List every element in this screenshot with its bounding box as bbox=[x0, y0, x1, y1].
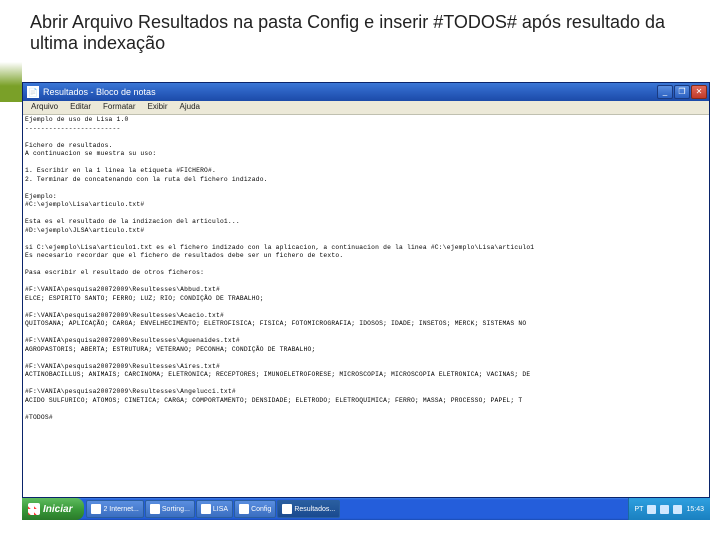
taskbar-item-resultados[interactable]: Resultados... bbox=[277, 500, 340, 518]
text-editor[interactable]: Ejemplo de uso de Lisa 1.0 -------------… bbox=[23, 115, 709, 497]
tray-clock[interactable]: 15:43 bbox=[686, 506, 704, 513]
menu-view[interactable]: Exibir bbox=[141, 101, 173, 114]
app-icon bbox=[201, 504, 211, 514]
slide-title: Abrir Arquivo Resultados na pasta Config… bbox=[0, 0, 720, 62]
taskbar-item-sorting[interactable]: Sorting... bbox=[145, 500, 195, 518]
app-icon bbox=[239, 504, 249, 514]
notepad-icon: 📄 bbox=[27, 86, 39, 98]
system-tray[interactable]: PT 15:43 bbox=[628, 498, 710, 520]
taskbar-item-label: Sorting... bbox=[162, 506, 190, 513]
start-button[interactable]: Iniciar bbox=[22, 498, 84, 520]
titlebar[interactable]: 📄 Resultados - Bloco de notas _ ❐ ✕ bbox=[23, 83, 709, 101]
maximize-button[interactable]: ❐ bbox=[674, 85, 690, 99]
notepad-window: 📄 Resultados - Bloco de notas _ ❐ ✕ Arqu… bbox=[22, 82, 710, 498]
menu-file[interactable]: Arquivo bbox=[25, 101, 64, 114]
minimize-button[interactable]: _ bbox=[657, 85, 673, 99]
window-controls: _ ❐ ✕ bbox=[657, 85, 707, 99]
volume-icon[interactable] bbox=[673, 505, 682, 514]
taskbar-item-label: Config bbox=[251, 506, 271, 513]
app-icon bbox=[150, 504, 160, 514]
taskbar-item-label: 2 Internet... bbox=[103, 506, 138, 513]
menu-format[interactable]: Formatar bbox=[97, 101, 141, 114]
taskbar: Iniciar 2 Internet... Sorting... LISA Co… bbox=[22, 498, 710, 520]
menu-help[interactable]: Ajuda bbox=[174, 101, 206, 114]
windows-logo-icon bbox=[28, 503, 40, 515]
tray-lang[interactable]: PT bbox=[635, 506, 644, 513]
desktop-area: 📄 Resultados - Bloco de notas _ ❐ ✕ Arqu… bbox=[22, 82, 710, 520]
window-title: Resultados - Bloco de notas bbox=[43, 87, 657, 97]
menubar: Arquivo Editar Formatar Exibir Ajuda bbox=[23, 101, 709, 115]
tray-icon[interactable] bbox=[647, 505, 656, 514]
taskbar-item-label: Resultados... bbox=[294, 506, 335, 513]
taskbar-items: 2 Internet... Sorting... LISA Config Res… bbox=[84, 498, 627, 520]
taskbar-item-internet[interactable]: 2 Internet... bbox=[86, 500, 143, 518]
start-label: Iniciar bbox=[43, 504, 72, 515]
taskbar-item-label: LISA bbox=[213, 506, 228, 513]
close-button[interactable]: ✕ bbox=[691, 85, 707, 99]
taskbar-item-config[interactable]: Config bbox=[234, 500, 276, 518]
app-icon bbox=[282, 504, 292, 514]
app-icon bbox=[91, 504, 101, 514]
taskbar-item-lisa[interactable]: LISA bbox=[196, 500, 233, 518]
decorative-accent bbox=[0, 62, 22, 102]
tray-icon[interactable] bbox=[660, 505, 669, 514]
menu-edit[interactable]: Editar bbox=[64, 101, 97, 114]
